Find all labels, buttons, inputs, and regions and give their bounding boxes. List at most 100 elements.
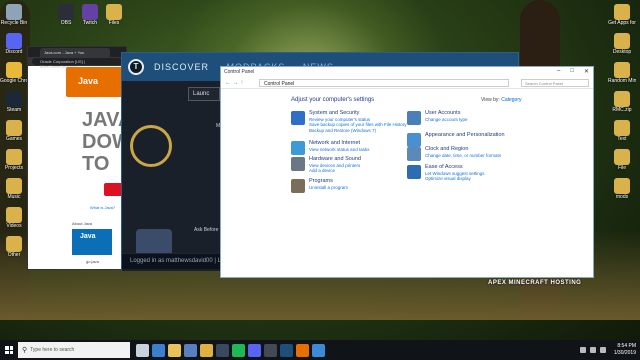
cp-address-row: ← → ↑ Control Panel Search Control Panel	[221, 77, 593, 89]
desktop-icon-label: Recycle Bin	[0, 20, 28, 26]
desktop-icon[interactable]: Music	[0, 178, 28, 200]
obs-icon[interactable]	[264, 343, 277, 357]
spotify-icon[interactable]	[232, 343, 245, 357]
cp-breadcrumb[interactable]: Control Panel	[259, 79, 509, 87]
network-icon[interactable]	[580, 347, 586, 353]
cp-category[interactable]: Programs Uninstall a program	[291, 178, 348, 193]
cp-category-link[interactable]: Change date, time, or number formats	[425, 153, 501, 159]
view-by-dropdown[interactable]: Category	[501, 97, 521, 103]
close-button[interactable]: ✕	[584, 68, 589, 75]
cp-category[interactable]: Hardware and Sound View devices and print…	[291, 156, 361, 174]
volume-icon[interactable]	[590, 347, 596, 353]
desktop-icon[interactable]: File	[608, 149, 636, 171]
launcher-icon[interactable]	[280, 343, 293, 357]
task-view-icon[interactable]	[136, 343, 149, 357]
desktop-app-icon	[6, 236, 22, 252]
browser-tab[interactable]: Java.com - Java + You	[40, 48, 110, 57]
desktop-icon[interactable]: Get Apps for	[608, 4, 636, 26]
what-is-java-link[interactable]: What is Java?	[90, 205, 115, 210]
desktop-icon[interactable]: Games	[0, 120, 28, 142]
cp-search-input[interactable]: Search Control Panel	[521, 79, 589, 87]
desktop-icon-label: Files	[108, 20, 120, 26]
desktop-icon-label: Text	[617, 136, 627, 142]
desktop-icon[interactable]: Steam	[0, 91, 28, 113]
desktop-icon[interactable]: Google Chrome	[0, 62, 28, 84]
cp-category[interactable]: Ease of Access Let Windows suggest settin…	[407, 164, 485, 182]
cp-category-link[interactable]: View network status and tasks	[309, 147, 369, 153]
desktop-icon[interactable]: Desktop	[608, 33, 636, 55]
cp-category-link[interactable]: Change account type	[425, 117, 468, 123]
desktop-icon-label: Google Chrome	[0, 78, 28, 84]
clock[interactable]: 8:54 PM 1/30/2019	[614, 343, 636, 357]
cp-category-link[interactable]: Optimize visual display	[425, 176, 485, 182]
chrome-icon[interactable]	[200, 343, 213, 357]
steam-icon[interactable]	[216, 343, 229, 357]
cp-category[interactable]: Network and Internet View network status …	[291, 140, 369, 155]
explorer-icon[interactable]	[168, 343, 181, 357]
cp-category-link[interactable]: Save backup copies of your files with Fi…	[309, 122, 407, 128]
control-panel-window[interactable]: Control Panel – □ ✕ ← → ↑ Control Panel …	[220, 66, 594, 278]
desktop-icon-label: Get Apps for	[608, 20, 636, 26]
discord-icon[interactable]	[248, 343, 261, 357]
store-icon[interactable]	[184, 343, 197, 357]
desktop-icon[interactable]: Files	[100, 4, 128, 26]
modpack-logo-icon[interactable]	[130, 125, 172, 167]
desktop-icon[interactable]: RMC.zip	[608, 91, 636, 113]
cp-category[interactable]: System and Security Review your computer'…	[291, 110, 407, 134]
desktop-icon[interactable]: Recycle Bin	[0, 4, 28, 26]
cp-category-link[interactable]: Uninstall a program	[309, 185, 348, 191]
maximize-button[interactable]: □	[570, 68, 574, 75]
java-banner: Java	[66, 67, 126, 97]
cp-category-icon	[407, 111, 421, 125]
cp-category-title[interactable]: Appearance and Personalization	[425, 132, 505, 139]
desktop-icon[interactable]: Projects	[0, 149, 28, 171]
browser-address-bar[interactable]: Oracle Corporation [US] | https://www.ja…	[32, 58, 122, 69]
start-button[interactable]	[0, 340, 18, 360]
desktop-app-icon	[614, 149, 630, 165]
desktop-icon[interactable]: Text	[608, 120, 636, 142]
minimize-button[interactable]: –	[557, 68, 560, 75]
java-icon[interactable]	[296, 343, 309, 357]
cp-category-link[interactable]: Backup and Restore (Windows 7)	[309, 128, 407, 134]
desktop-icon[interactable]: Random Minecraft	[608, 62, 636, 84]
cp-category-text: Hardware and Sound View devices and print…	[309, 156, 361, 174]
java-logo-text: Java	[80, 233, 96, 240]
about-java-heading: About Java	[72, 221, 93, 226]
browser-window[interactable]: Java.com - Java + You Oracle Corporation…	[27, 46, 132, 270]
view-by-label: View by:	[481, 97, 500, 103]
desktop-icon[interactable]: mods	[608, 178, 636, 200]
desktop-icon[interactable]: Other	[0, 236, 28, 258]
cp-category[interactable]: Clock and Region Change date, time, or nu…	[407, 146, 501, 161]
desktop-icon[interactable]: Videos	[0, 207, 28, 229]
desktop-app-icon	[106, 4, 122, 20]
control-panel-icon[interactable]	[312, 343, 325, 357]
cp-category-text: Network and Internet View network status …	[309, 140, 369, 155]
desktop-icon-label: mods	[615, 194, 629, 200]
desktop-app-icon	[614, 33, 630, 49]
notification-icon[interactable]	[600, 347, 606, 353]
desktop-app-icon	[6, 91, 22, 107]
cp-category-icon	[407, 147, 421, 161]
desktop-icon-label: Other	[7, 252, 21, 258]
cp-category-text: Programs Uninstall a program	[309, 178, 348, 193]
desktop-icon[interactable]: Discord	[0, 33, 28, 55]
desktop-icon-label: Games	[5, 136, 23, 142]
cp-category-icon	[291, 111, 305, 125]
cp-category[interactable]: Appearance and Personalization	[407, 132, 505, 147]
java-logo-tile[interactable]: Java	[72, 229, 112, 255]
desktop-app-icon	[614, 178, 630, 194]
cp-window-title: Control Panel	[224, 69, 255, 75]
cp-category-icon	[407, 165, 421, 179]
desktop-icon-label: Desktop	[612, 49, 632, 55]
windows-icon	[5, 346, 13, 354]
java-logo-caption: go.java	[86, 259, 99, 264]
desktop-app-icon	[614, 4, 630, 20]
edge-icon[interactable]	[152, 343, 165, 357]
launch-button[interactable]: Launc	[188, 87, 220, 101]
cp-category-link[interactable]: Add a device	[309, 168, 361, 174]
nav-discover[interactable]: DISCOVER	[154, 62, 209, 72]
cp-category[interactable]: User Accounts Change account type	[407, 110, 468, 125]
cp-category-title[interactable]: Hardware and Sound	[309, 156, 361, 163]
cp-nav-arrows-icon[interactable]: ← → ↑	[225, 80, 243, 86]
taskbar-search[interactable]: ⚲ Type here to search	[18, 342, 130, 358]
